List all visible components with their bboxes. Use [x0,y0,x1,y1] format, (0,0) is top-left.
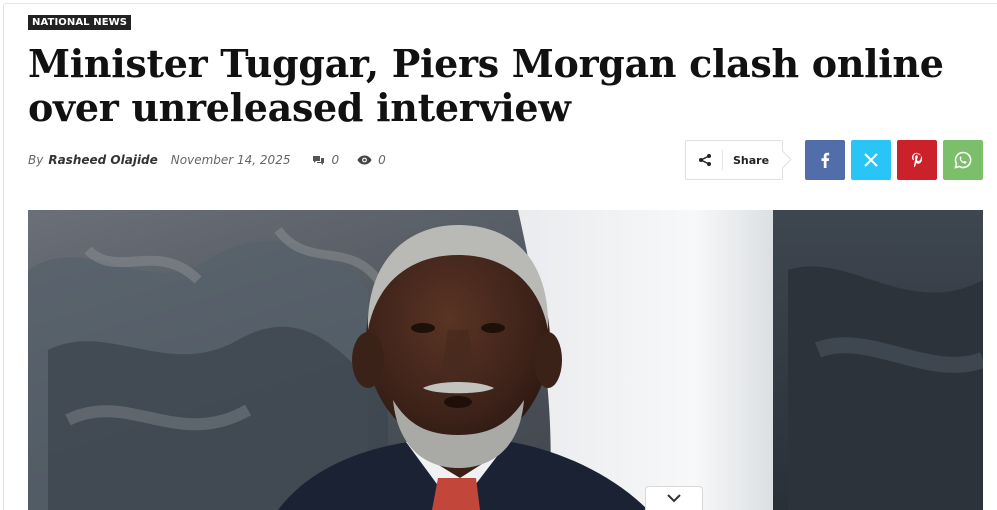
pinterest-share-button[interactable] [897,140,937,180]
article-meta: By Rasheed Olajide November 14, 2025 0 0 [28,152,404,168]
eye-icon [357,155,372,165]
byline-prefix: By [28,153,44,167]
whatsapp-icon [954,151,972,169]
share-icon [698,153,712,167]
comments-count-value: 0 [331,153,340,167]
facebook-icon [821,152,830,168]
whatsapp-share-button[interactable] [943,140,983,180]
share-button[interactable]: Share [685,140,783,180]
comments-icon [313,155,325,165]
chevron-down-icon [667,494,681,503]
article-headline: Minister Tuggar, Piers Morgan clash onli… [28,41,944,130]
x-share-button[interactable] [851,140,891,180]
share-label: Share [733,153,770,167]
pinterest-icon [912,152,923,168]
scroll-down-button[interactable] [645,486,703,510]
hero-image [28,210,983,510]
comments-count[interactable]: 0 [312,153,339,167]
share-divider [722,150,723,170]
facebook-share-button[interactable] [805,140,845,180]
publish-date: November 14, 2025 [170,153,291,167]
x-icon [864,153,878,167]
author-link[interactable]: Rasheed Olajide [48,153,157,167]
category-tag[interactable]: NATIONAL NEWS [28,15,132,30]
views-count-value: 0 [378,153,386,167]
views-count: 0 [357,153,386,167]
